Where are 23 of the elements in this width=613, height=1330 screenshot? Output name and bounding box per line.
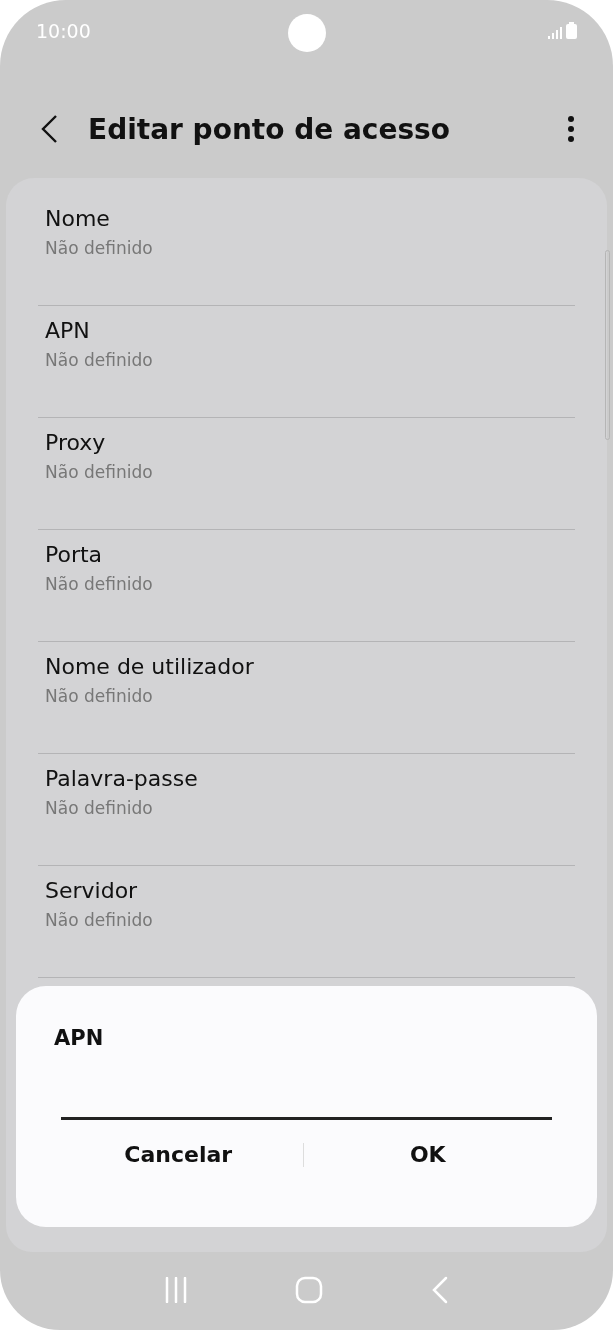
setting-value: Não definido [45,685,154,708]
setting-title[interactable]: Palavra-passe [45,764,568,794]
page-title: Editar ponto de acesso [88,112,452,146]
battery-icon [566,21,577,39]
setting-title[interactable]: Servidor [45,876,568,906]
setting-value: Não definido [45,797,154,820]
setting-value: Não definido [45,237,154,260]
setting-title[interactable]: Nome [45,204,568,234]
setting-title[interactable]: Proxy [45,428,568,458]
setting-title[interactable]: Nome de utilizador [45,652,568,682]
ok-button[interactable]: OK [303,1134,552,1175]
setting-value: Não definido [45,461,154,484]
dialog-title: APN [54,1026,105,1050]
setting-value: Não definido [45,909,154,932]
camera-hole [288,14,326,52]
setting-value: Não definido [45,349,154,372]
setting-title[interactable]: Porta [45,540,568,570]
signal-icon [548,26,562,39]
back-icon[interactable] [40,114,58,144]
setting-title[interactable]: APN [45,316,568,346]
setting-value: Não definido [45,573,154,596]
cancel-button[interactable]: Cancelar [54,1134,303,1175]
more-options-icon[interactable] [567,115,575,143]
